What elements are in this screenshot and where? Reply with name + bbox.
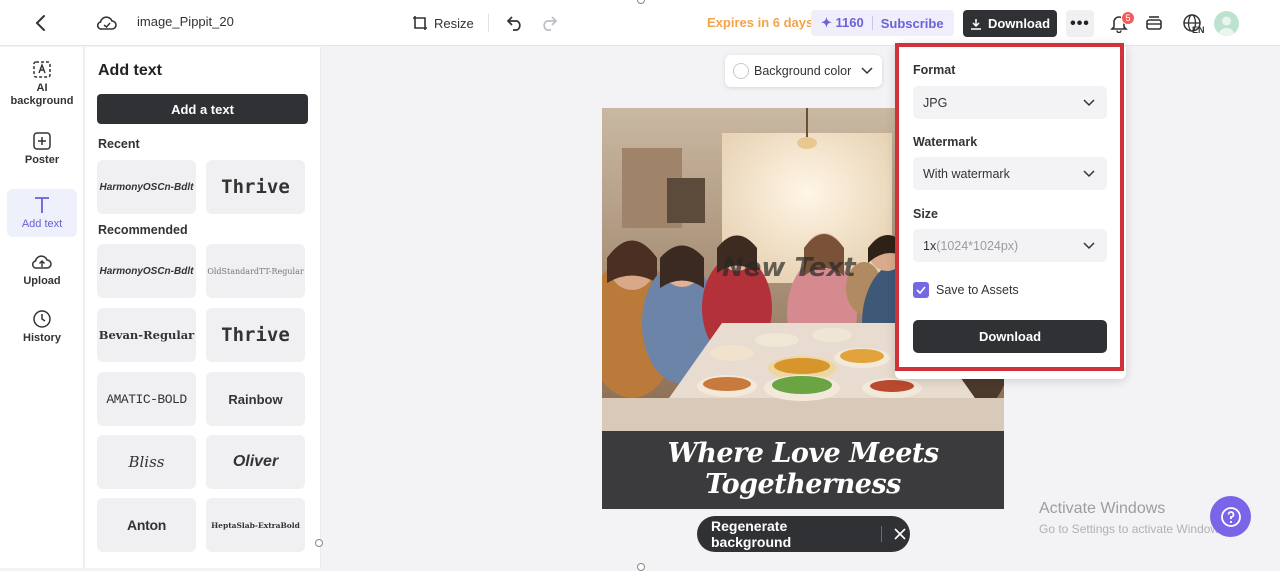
- back-arrow-icon[interactable]: [28, 11, 52, 35]
- rail-label: Upload: [23, 275, 61, 287]
- popover-download-button[interactable]: Download: [913, 320, 1107, 353]
- redo-icon[interactable]: [539, 11, 559, 35]
- top-bar: image_Pippit_20 Resize Expires in 6 days…: [0, 0, 1280, 46]
- activate-windows-title: Activate Windows: [1039, 500, 1166, 517]
- help-icon: [1220, 506, 1241, 527]
- rail-label: AI background: [10, 82, 74, 107]
- format-label: Format: [913, 63, 956, 77]
- more-options-icon[interactable]: •••: [1066, 10, 1094, 37]
- regenerate-divider: [881, 526, 883, 542]
- background-color-label: Background color: [754, 64, 852, 78]
- caption-text[interactable]: Where Love Meets Togetherness: [602, 438, 1004, 500]
- toolbar-divider: [488, 14, 489, 32]
- download-button[interactable]: Download: [963, 10, 1057, 37]
- help-button[interactable]: [1210, 496, 1251, 537]
- expiry-notice: Expires in 6 days: [707, 15, 814, 30]
- format-value: JPG: [923, 95, 948, 110]
- resize-icon: [413, 16, 427, 30]
- font-tile-amatic[interactable]: Amatic-Bold: [97, 372, 196, 426]
- canvas-handle[interactable]: [315, 539, 323, 547]
- watermark-select[interactable]: With watermark: [913, 157, 1107, 190]
- rail-label: Poster: [24, 154, 60, 166]
- download-label: Download: [987, 16, 1051, 31]
- font-tile-harmony[interactable]: HarmonyOSCn-Bdlt: [97, 244, 196, 298]
- file-name[interactable]: image_Pippit_20: [137, 14, 234, 29]
- size-value: 1x(1024*1024px): [923, 238, 1019, 253]
- font-tile-rainbow[interactable]: Rainbow: [206, 372, 305, 426]
- watermark-label: Watermark: [913, 135, 978, 149]
- save-to-assets-checkbox[interactable]: [913, 282, 929, 298]
- language-code: EN: [1192, 25, 1205, 35]
- history-icon: [33, 310, 51, 328]
- upload-icon: [31, 255, 52, 269]
- font-tile-bliss[interactable]: Bliss: [97, 435, 196, 489]
- text-icon: [35, 197, 49, 213]
- chevron-down-icon: [1083, 241, 1095, 249]
- resize-button[interactable]: Resize: [412, 10, 474, 36]
- chevron-down-icon: [861, 67, 873, 75]
- save-to-assets-row[interactable]: Save to Assets: [913, 282, 1019, 298]
- checkmark-icon: [916, 286, 926, 294]
- credits-subscribe[interactable]: ✦ 1160 Subscribe: [811, 10, 954, 36]
- rail-item-history[interactable]: History: [7, 309, 77, 345]
- layers-icon[interactable]: [1144, 12, 1164, 34]
- ai-background-icon: [33, 61, 51, 78]
- activate-windows-subtitle: Go to Settings to activate Windows.: [1039, 522, 1229, 536]
- notification-badge: 5: [1121, 11, 1135, 25]
- font-tile-thrive[interactable]: Thrive: [206, 308, 305, 362]
- add-a-text-button[interactable]: Add a text: [97, 94, 308, 124]
- color-swatch: [733, 63, 749, 79]
- undo-icon[interactable]: [505, 11, 525, 35]
- rail-item-add-text[interactable]: Add text: [7, 189, 77, 237]
- size-label: Size: [913, 207, 939, 221]
- font-tile-oliver[interactable]: Oliver: [206, 435, 305, 489]
- format-select[interactable]: JPG: [913, 86, 1107, 119]
- credits-count: ✦ 1160: [821, 15, 864, 30]
- credits-divider: [871, 16, 873, 30]
- chevron-down-icon: [1083, 98, 1095, 106]
- size-select[interactable]: 1x(1024*1024px): [913, 229, 1107, 262]
- regenerate-background-button[interactable]: Regenerate background: [711, 518, 871, 550]
- recommended-section-label: Recommended: [98, 223, 188, 237]
- rail-item-ai-background[interactable]: AI background: [7, 59, 77, 108]
- left-tool-rail: AI background Poster Add text Upload His…: [0, 47, 84, 568]
- subscribe-link[interactable]: Subscribe: [881, 16, 944, 31]
- font-tile-anton[interactable]: Anton: [97, 498, 196, 552]
- rail-item-poster[interactable]: Poster: [7, 131, 77, 167]
- regenerate-background-bar: Regenerate background: [697, 516, 910, 552]
- font-tile-bevan[interactable]: Bevan-Regular: [97, 308, 196, 362]
- font-tile-heptaslab[interactable]: HeptaSlab-ExtraBold: [206, 498, 305, 552]
- background-color-button[interactable]: Background color: [725, 55, 882, 87]
- font-tile-recent-thrive[interactable]: Thrive: [206, 160, 305, 214]
- canvas-handle[interactable]: [637, 563, 645, 571]
- rail-label: History: [23, 332, 61, 344]
- chevron-down-icon: [1083, 169, 1095, 177]
- font-tile-recent-harmony[interactable]: HarmonyOSCn-Bdlt: [97, 160, 196, 214]
- resize-label: Resize: [434, 15, 474, 31]
- user-avatar[interactable]: [1214, 11, 1239, 36]
- font-tile-oldstandard[interactable]: OldStandardTT-Regular: [206, 244, 305, 298]
- poster-icon: [33, 132, 51, 150]
- close-icon[interactable]: [890, 524, 910, 544]
- rail-label: Add text: [21, 218, 63, 230]
- overlay-text-layer[interactable]: New Text: [722, 253, 856, 283]
- save-to-assets-label: Save to Assets: [936, 283, 1019, 297]
- recent-section-label: Recent: [98, 137, 140, 151]
- watermark-value: With watermark: [923, 166, 1010, 181]
- download-icon: [970, 18, 981, 30]
- add-text-panel: Add text Add a text Recent HarmonyOSCn-B…: [85, 47, 321, 568]
- rail-item-upload[interactable]: Upload: [7, 252, 77, 288]
- cloud-sync-icon[interactable]: [95, 11, 119, 35]
- panel-title: Add text: [98, 62, 162, 79]
